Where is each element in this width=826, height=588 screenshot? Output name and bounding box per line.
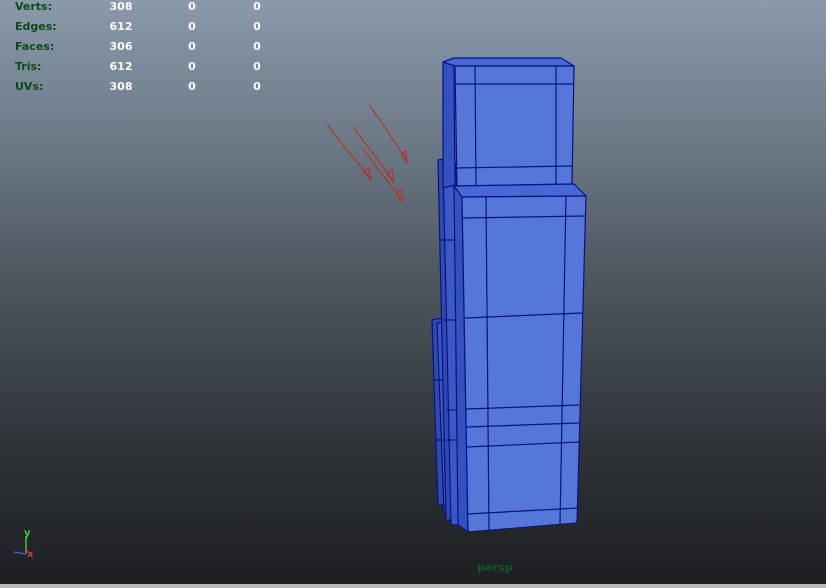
viewport-bottom-border [0,584,826,588]
z-axis-line [13,551,27,555]
polygon-mesh-building[interactable] [431,57,587,533]
axis-gizmo: y x [13,528,34,560]
scene-canvas [326,57,587,533]
perspective-viewport[interactable]: Verts: 308 0 0 Edges: 612 0 0 Faces: 306… [0,0,826,588]
camera-name-label: persp [477,561,513,574]
x-axis-label: x [27,549,34,560]
y-axis-label: y [24,528,31,539]
directional-light[interactable] [326,105,408,204]
